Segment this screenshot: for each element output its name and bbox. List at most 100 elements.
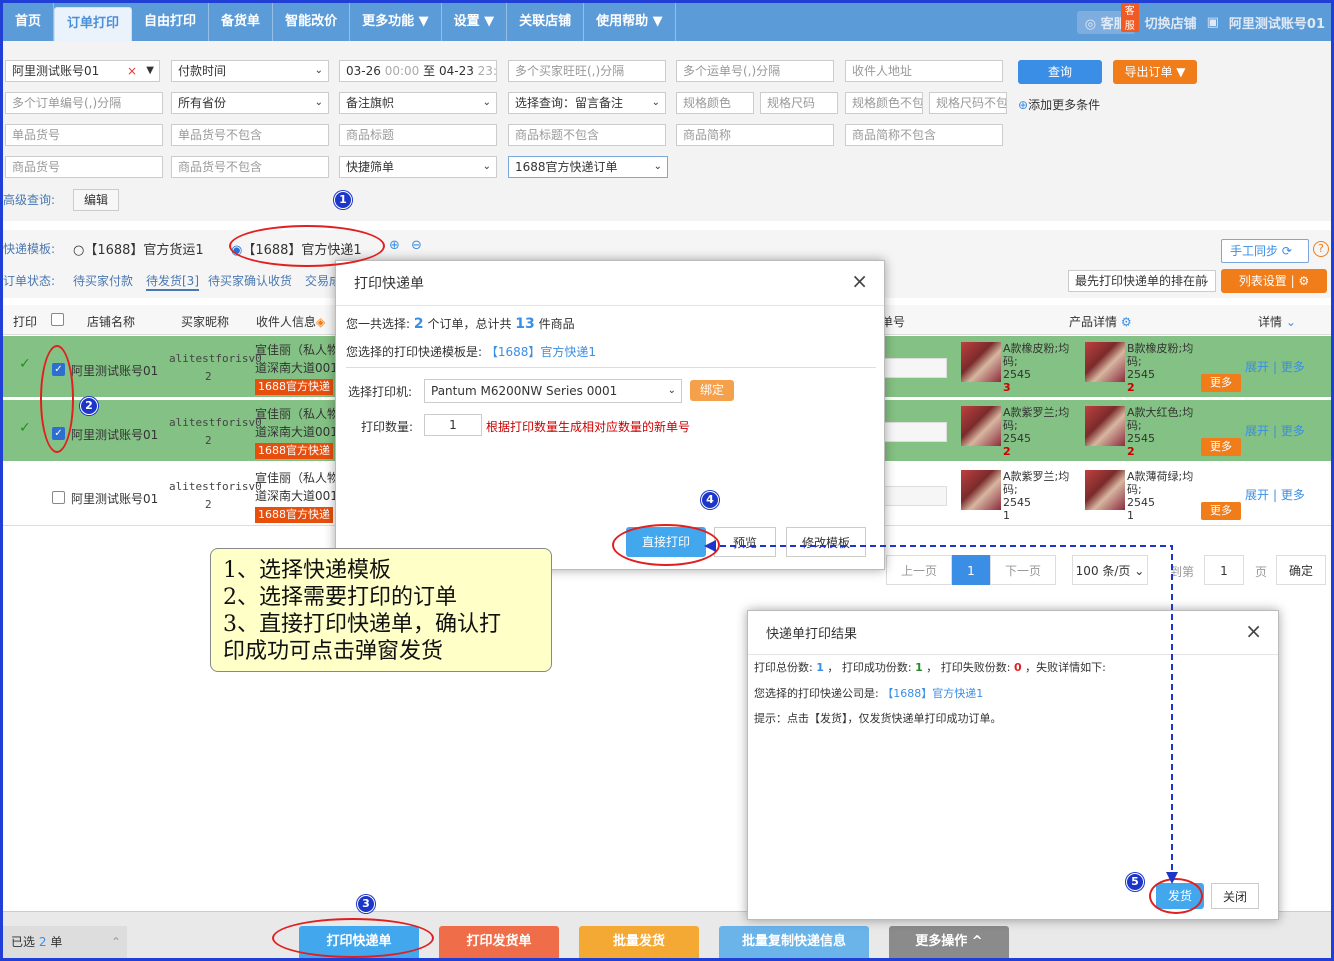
- column-settings-button[interactable]: 列表设置 | ⚙: [1221, 269, 1327, 293]
- switch-shop-button[interactable]: 切换店铺: [1145, 13, 1197, 32]
- title-exclude-input[interactable]: 商品标题不包含: [508, 124, 666, 146]
- edit-template-button[interactable]: 修改模板: [786, 527, 866, 557]
- spec-size-exclude-input[interactable]: 规格尺码不包含: [929, 92, 1007, 114]
- date-range-field[interactable]: 03-26 00:00 至 04-23 23:59: [339, 60, 497, 82]
- status-tab-to-confirm[interactable]: 待买家确认收货: [208, 272, 292, 289]
- order-no-input[interactable]: 多个订单编号(,)分隔: [5, 92, 163, 114]
- nav-settings[interactable]: 设置 ▼: [442, 3, 508, 41]
- waybill-input[interactable]: [883, 486, 947, 506]
- product-more-button[interactable]: 更多: [1201, 502, 1241, 520]
- batch-copy-button[interactable]: 批量复制快递信息: [719, 926, 869, 958]
- close-button[interactable]: 关闭: [1211, 883, 1259, 909]
- chevron-down-icon[interactable]: ⌄: [1286, 315, 1296, 329]
- item-no-exclude-input[interactable]: 商品货号不包含: [171, 156, 329, 178]
- status-tab-to-ship[interactable]: 待发货[3]: [146, 272, 199, 291]
- product-image[interactable]: [1085, 470, 1125, 510]
- clear-icon[interactable]: ×: [127, 61, 137, 81]
- add-template-icon[interactable]: ⊕: [389, 238, 400, 253]
- short-name-exclude-input[interactable]: 商品简称不包含: [845, 124, 1003, 146]
- goto-page-input[interactable]: 1: [1204, 555, 1244, 585]
- waybill-input[interactable]: [883, 422, 947, 442]
- batch-ship-button[interactable]: 批量发货: [579, 926, 699, 958]
- product-more-button[interactable]: 更多: [1201, 438, 1241, 456]
- address-input[interactable]: 收件人地址: [845, 60, 1003, 82]
- quantity-input[interactable]: 1: [424, 414, 482, 436]
- query-select[interactable]: 选择查询：留言备注 ⌄: [508, 92, 666, 114]
- product-image[interactable]: [961, 406, 1001, 446]
- help-icon[interactable]: ?: [1313, 241, 1329, 257]
- close-icon[interactable]: ×: [1245, 619, 1262, 643]
- buyer-nick-suffix: 2: [205, 498, 212, 511]
- spec-color-input[interactable]: 规格颜色: [676, 92, 754, 114]
- refresh-icon: ⟳: [1281, 244, 1292, 258]
- remove-template-icon[interactable]: ⊖: [411, 238, 422, 253]
- buyer-nick-suffix: 2: [205, 434, 212, 447]
- goto-confirm-button[interactable]: 确定: [1276, 555, 1326, 585]
- item-no-input[interactable]: 商品货号: [5, 156, 163, 178]
- province-select[interactable]: 所有省份 ⌄: [171, 92, 329, 114]
- short-name-input[interactable]: 商品简称: [676, 124, 834, 146]
- product-image[interactable]: [1085, 342, 1125, 382]
- service-button[interactable]: 客服 ◎ 客服: [1076, 1, 1139, 34]
- advanced-edit-button[interactable]: 编辑: [73, 189, 119, 211]
- sku-input[interactable]: 单品货号: [5, 124, 163, 146]
- expand-link[interactable]: 展开: [1245, 422, 1269, 439]
- nav-help[interactable]: 使用帮助 ▼: [584, 3, 676, 41]
- more-link[interactable]: | 更多: [1273, 358, 1305, 375]
- flag-select[interactable]: 备注旗帜 ⌄: [339, 92, 497, 114]
- product-image[interactable]: [961, 470, 1001, 510]
- next-page-button[interactable]: 下一页: [990, 555, 1056, 585]
- instruction-note: 1、选择快递模板 2、选择需要打印的订单 3、直接打印快递单，确认打 印成功可点…: [210, 548, 552, 672]
- row-checkbox[interactable]: [52, 491, 65, 504]
- gear-icon[interactable]: ⚙: [1121, 315, 1132, 329]
- product-spec: A款紫罗兰;均码; 2545 1: [1003, 470, 1070, 522]
- col-print: 打印: [13, 315, 38, 329]
- more-link[interactable]: | 更多: [1273, 422, 1305, 439]
- nav-price[interactable]: 智能改价: [273, 3, 351, 41]
- nav-stock[interactable]: 备货单: [209, 3, 274, 41]
- waybill-input[interactable]: [883, 358, 947, 378]
- manual-sync-button[interactable]: 手工同步 ⟳: [1221, 239, 1309, 263]
- receiver-line2: 道深南大道001: [255, 425, 338, 439]
- sort-select[interactable]: 最先打印快递单的排在前 ⌄: [1068, 270, 1216, 292]
- template-option-freight[interactable]: ○【1688】官方货运1: [73, 239, 204, 258]
- add-condition-link[interactable]: ⊕添加更多条件: [1018, 96, 1100, 113]
- export-button[interactable]: 导出订单 ▼: [1113, 60, 1197, 84]
- time-type-select[interactable]: 付款时间 ⌄: [171, 60, 329, 82]
- nav-free-print[interactable]: 自由打印: [132, 3, 210, 41]
- more-operations-button[interactable]: 更多操作 ^: [889, 926, 1009, 958]
- nav-linked-shops[interactable]: 关联店铺: [507, 3, 585, 41]
- per-page-select[interactable]: 100 条/页 ⌄: [1072, 555, 1148, 585]
- nav-home[interactable]: 首页: [3, 3, 55, 41]
- product-more-button[interactable]: 更多: [1201, 374, 1241, 392]
- printer-select[interactable]: Pantum M6200NW Series 0001 ⌄: [424, 379, 682, 403]
- page-1-button[interactable]: 1: [952, 555, 990, 585]
- spec-color-exclude-input[interactable]: 规格颜色不包含: [845, 92, 923, 114]
- spec-size-input[interactable]: 规格尺码: [760, 92, 838, 114]
- product-image[interactable]: [1085, 406, 1125, 446]
- express-order-select[interactable]: 1688官方快递订单 ⌄: [508, 156, 668, 178]
- title-input[interactable]: 商品标题: [339, 124, 497, 146]
- shop-select[interactable]: 阿里测试账号01 × ▼: [5, 60, 160, 82]
- account-name[interactable]: 阿里测试账号01: [1229, 13, 1325, 32]
- print-shipping-list-button[interactable]: 打印发货单: [439, 926, 559, 958]
- selected-count[interactable]: 已选 2 单 ⌃: [3, 926, 127, 958]
- sku-exclude-input[interactable]: 单品货号不包含: [171, 124, 329, 146]
- waybill-input[interactable]: 多个运单号(,)分隔: [676, 60, 834, 82]
- product-image[interactable]: [961, 342, 1001, 382]
- prev-page-button[interactable]: 上一页: [886, 555, 952, 585]
- select-all-checkbox[interactable]: [51, 313, 64, 326]
- bind-button[interactable]: 绑定: [690, 380, 734, 401]
- more-link[interactable]: | 更多: [1273, 486, 1305, 503]
- nav-order-print[interactable]: 订单打印: [54, 7, 133, 41]
- quick-filter-select[interactable]: 快捷筛单 ⌄: [339, 156, 497, 178]
- preview-button[interactable]: 预览: [714, 527, 776, 557]
- query-button[interactable]: 查询: [1018, 60, 1102, 84]
- buyer-input[interactable]: 多个买家旺旺(,)分隔: [508, 60, 666, 82]
- nav-more[interactable]: 更多功能 ▼: [350, 3, 442, 41]
- expand-link[interactable]: 展开: [1245, 486, 1269, 503]
- col-shop: 店铺名称: [87, 315, 136, 329]
- expand-link[interactable]: 展开: [1245, 358, 1269, 375]
- status-tab-unpaid[interactable]: 待买家付款: [73, 272, 133, 289]
- close-icon[interactable]: ×: [851, 269, 868, 293]
